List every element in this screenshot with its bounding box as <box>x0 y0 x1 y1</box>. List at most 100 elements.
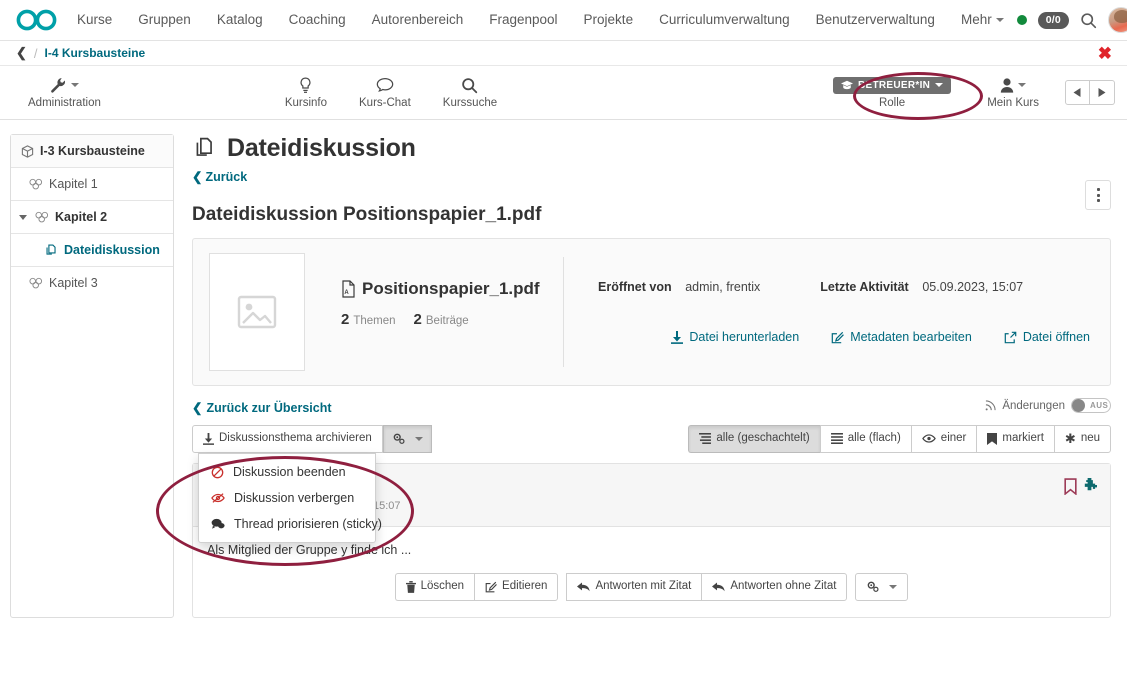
main-panel: Dateidiskussion ❮ Zurück Dateidiskussion… <box>174 134 1111 618</box>
back-link[interactable]: ❮ Zurück <box>192 169 247 184</box>
cube-icon <box>21 145 34 158</box>
edit-metadata-link[interactable]: Metadaten bearbeiten <box>831 330 972 344</box>
opened-by-label: Eröffnet von <box>598 280 672 294</box>
sidebar-item-kapitel-2[interactable]: Kapitel 2 <box>11 201 173 234</box>
openolat-infinity-logo[interactable] <box>16 5 58 35</box>
edit-post-button[interactable]: Editieren <box>474 573 558 601</box>
download-file-link[interactable]: Datei herunterladen <box>671 330 799 344</box>
svg-text:A: A <box>344 290 349 296</box>
file-counts: 2Themen 2Beiträge <box>341 311 555 328</box>
view-mode-marked-button[interactable]: markiert <box>976 425 1054 453</box>
forum-button-bar: Diskussionsthema archivieren <box>192 425 1111 453</box>
chevron-down-icon <box>935 83 943 87</box>
delete-post-button[interactable]: Löschen <box>395 573 474 601</box>
toolbar-item-kurs-chat[interactable]: Kurs-Chat <box>343 66 427 119</box>
open-file-label: Datei öffnen <box>1023 330 1090 344</box>
previous-button[interactable] <box>1065 80 1090 105</box>
chevron-down-icon <box>71 83 79 87</box>
file-thumbnail[interactable] <box>209 253 305 371</box>
file-name: Positionspapier_1.pdf <box>362 279 540 299</box>
dropdown-item-thread-priorisieren[interactable]: Thread priorisieren (sticky) <box>199 511 375 537</box>
changes-label: Änderungen <box>1002 400 1065 412</box>
chapters-icon <box>29 178 43 190</box>
breadcrumb-current[interactable]: I-4 Kursbausteine <box>45 46 146 60</box>
image-placeholder-icon <box>236 294 278 330</box>
close-icon[interactable]: ✖ <box>1098 45 1112 62</box>
opened-by-value: admin, frentix <box>685 280 760 294</box>
view-mode-flat-button[interactable]: alle (flach) <box>820 425 911 453</box>
role-switcher[interactable]: BETREUER*IN Rolle <box>817 77 967 109</box>
dot <box>1097 188 1100 191</box>
dropdown-item-diskussion-verbergen[interactable]: Diskussion verbergen <box>199 485 375 511</box>
toolbar-item-kurssuche[interactable]: Kurssuche <box>427 66 513 119</box>
post-settings-button[interactable] <box>855 573 908 601</box>
dot <box>1097 199 1100 202</box>
nav-link-benutzerverwaltung[interactable]: Benutzerverwaltung <box>803 0 948 40</box>
archive-thread-button[interactable]: Diskussionsthema archivieren <box>192 425 383 453</box>
breadcrumb-separator: / <box>34 46 38 61</box>
avatar[interactable] <box>1108 7 1127 33</box>
open-file-link[interactable]: Datei öffnen <box>1004 330 1090 344</box>
lightbulb-icon <box>298 77 313 94</box>
page-title: Dateidiskussion <box>192 134 1111 163</box>
file-action-links: Datei herunterladen Metadaten bearbeiten… <box>598 330 1094 344</box>
sidebar-item-kursbausteine[interactable]: I-3 Kursbausteine <box>11 135 173 168</box>
arrow-right-icon <box>1097 87 1107 98</box>
nav-link-fragenpool[interactable]: Fragenpool <box>476 0 570 40</box>
chevron-down-icon <box>996 18 1004 22</box>
toggle-knob <box>1072 399 1085 412</box>
nav-link-autorenbereich[interactable]: Autorenbereich <box>359 0 477 40</box>
search-icon[interactable] <box>1080 12 1097 29</box>
nav-link-projekte[interactable]: Projekte <box>571 0 647 40</box>
notification-counter-badge[interactable]: 0/0 <box>1038 12 1069 29</box>
nav-link-gruppen[interactable]: Gruppen <box>125 0 204 40</box>
role-badge[interactable]: BETREUER*IN <box>833 77 951 94</box>
opened-by: Eröffnet von admin, frentix <box>598 279 760 294</box>
chevron-left-icon: ❮ <box>192 400 202 415</box>
reply-with-quote-button[interactable]: Antworten mit Zitat <box>566 573 701 601</box>
sidebar-item-kursbausteine-label: I-3 Kursbausteine <box>40 144 145 158</box>
toolbar-item-kursinfo[interactable]: Kursinfo <box>269 66 343 119</box>
page-title-text: Dateidiskussion <box>227 134 416 163</box>
reply-without-quote-label: Antworten ohne Zitat <box>730 580 836 594</box>
eye-slash-icon <box>211 492 225 504</box>
puzzle-piece-icon[interactable] <box>1082 478 1097 493</box>
view-mode-nested-button[interactable]: alle (geschachtelt) <box>688 425 819 453</box>
file-info-card: A Positionspapier_1.pdf 2Themen 2Beiträg… <box>192 238 1111 386</box>
thread-settings-button[interactable] <box>383 425 432 453</box>
nav-links: Kurse Gruppen Katalog Coaching Autorenbe… <box>64 0 1017 40</box>
nav-link-coaching[interactable]: Coaching <box>276 0 359 40</box>
toolbar-item-mein-kurs[interactable]: Mein Kurs <box>971 77 1055 109</box>
view-mode-new-button[interactable]: ✱ neu <box>1054 425 1111 453</box>
graduation-cap-icon <box>841 80 853 90</box>
view-mode-marked-label: markiert <box>1002 432 1044 446</box>
bookmark-icon <box>987 433 997 445</box>
last-activity-value: 05.09.2023, 15:07 <box>922 280 1023 294</box>
sidebar-item-kapitel-3[interactable]: Kapitel 3 <box>11 267 173 299</box>
dropdown-item-diskussion-beenden-label: Diskussion beenden <box>233 465 346 479</box>
thread-action-group: Diskussionsthema archivieren <box>192 425 432 453</box>
sidebar-item-dateidiskussion[interactable]: Dateidiskussion <box>11 234 173 267</box>
next-button[interactable] <box>1090 80 1115 105</box>
nav-link-curriculumverwaltung[interactable]: Curriculumverwaltung <box>646 0 803 40</box>
posts-count-label: Beiträge <box>426 315 469 327</box>
rss-icon <box>985 400 996 411</box>
nav-link-katalog[interactable]: Katalog <box>204 0 276 40</box>
back-to-overview-link[interactable]: ❮ Zurück zur Übersicht <box>192 400 332 415</box>
more-options-button[interactable] <box>1085 180 1111 210</box>
nav-link-mehr[interactable]: Mehr <box>948 0 1017 40</box>
dropdown-item-diskussion-beenden[interactable]: Diskussion beenden <box>199 459 375 485</box>
external-link-icon <box>1004 331 1017 344</box>
caret-down-icon[interactable] <box>19 215 27 220</box>
changes-toggle[interactable]: AUS <box>1071 398 1111 413</box>
nav-link-kurse[interactable]: Kurse <box>64 0 125 40</box>
toolbar-item-administration[interactable]: Administration <box>12 66 117 119</box>
sidebar-item-kapitel-1[interactable]: Kapitel 1 <box>11 168 173 201</box>
reply-without-quote-button[interactable]: Antworten ohne Zitat <box>701 573 847 601</box>
edit-icon <box>831 331 844 344</box>
chevron-left-icon[interactable]: ❮ <box>16 45 27 61</box>
view-mode-single-button[interactable]: einer <box>911 425 977 453</box>
bookmark-outline-icon[interactable] <box>1064 478 1077 495</box>
chevron-left-icon: ❮ <box>192 169 202 184</box>
download-icon <box>671 331 683 344</box>
